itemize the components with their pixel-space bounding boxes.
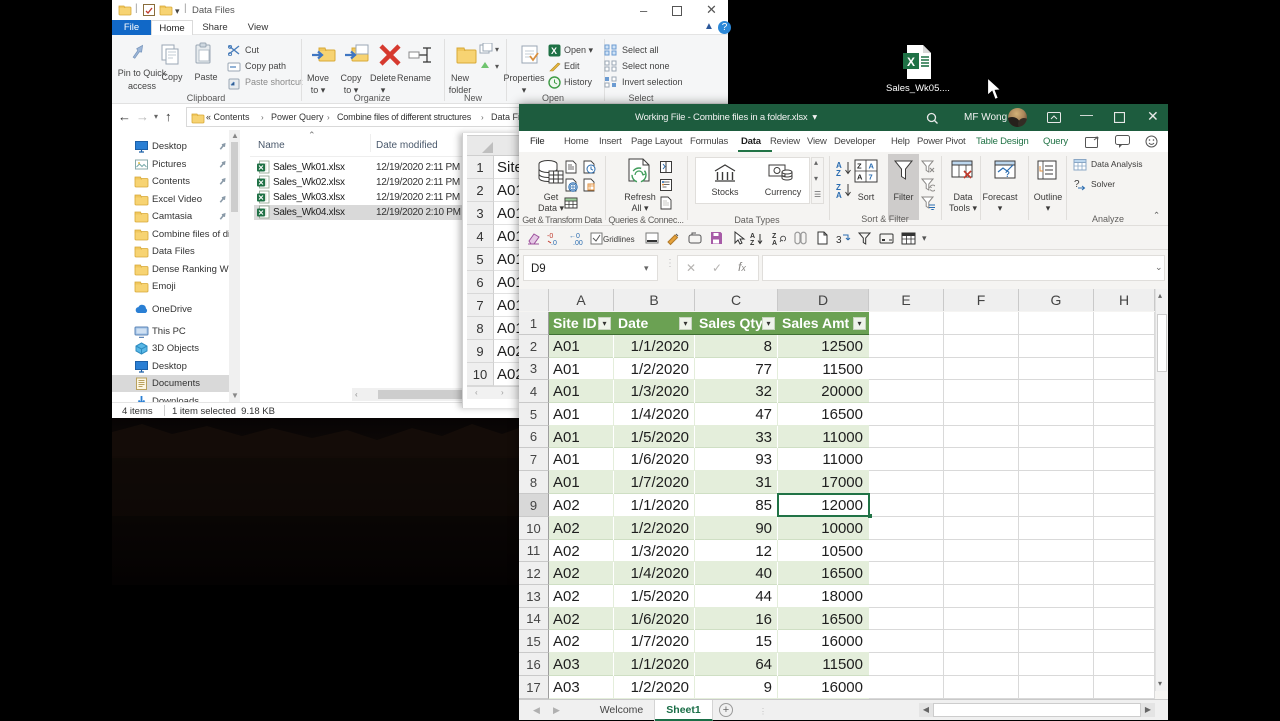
svg-text:A: A xyxy=(836,191,842,198)
svg-text:A: A xyxy=(857,173,863,182)
svg-text:▾: ▾ xyxy=(495,62,499,71)
svg-text:-0: -0 xyxy=(547,233,553,240)
svg-text:Z: Z xyxy=(772,233,777,240)
svg-text:A: A xyxy=(869,162,875,171)
svg-text:7: 7 xyxy=(869,173,873,182)
svg-text:?: ? xyxy=(1005,170,1010,179)
svg-text:Z: Z xyxy=(857,162,862,171)
svg-text:Z: Z xyxy=(836,169,841,176)
svg-text:Z: Z xyxy=(750,240,755,246)
svg-text:X: X xyxy=(907,55,915,69)
svg-text:A: A xyxy=(772,240,777,246)
svg-text:▾: ▾ xyxy=(495,45,499,54)
svg-text:X: X xyxy=(551,46,557,56)
svg-text:3: 3 xyxy=(836,235,842,246)
svg-text:A: A xyxy=(750,233,755,240)
svg-text:.00: .00 xyxy=(573,240,583,246)
svg-text:.0: .0 xyxy=(551,240,557,246)
svg-text:←0: ←0 xyxy=(569,233,580,240)
